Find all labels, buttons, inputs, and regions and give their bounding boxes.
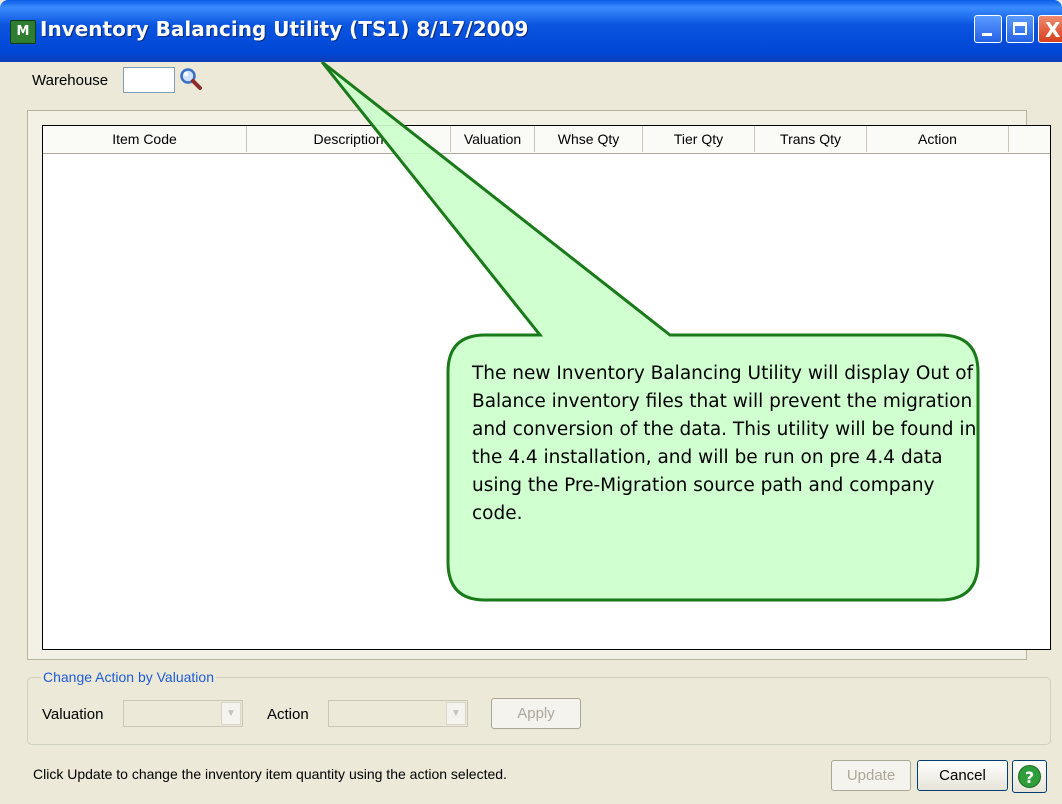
valuation-dropdown[interactable]: ▼ bbox=[123, 700, 243, 727]
column-header-action[interactable]: Action bbox=[867, 126, 1009, 152]
maximize-icon bbox=[1013, 22, 1027, 35]
maximize-button[interactable] bbox=[1006, 15, 1034, 43]
title-bar[interactable]: M Inventory Balancing Utility (TS1) 8/17… bbox=[0, 0, 1062, 62]
action-dropdown[interactable]: ▼ bbox=[328, 700, 468, 727]
chevron-down-icon[interactable]: ▼ bbox=[221, 702, 241, 725]
minimize-button[interactable] bbox=[974, 15, 1002, 43]
status-text: Click Update to change the inventory ite… bbox=[33, 766, 507, 782]
minimize-icon bbox=[982, 33, 992, 36]
valuation-label: Valuation bbox=[42, 706, 104, 723]
column-header-description[interactable]: Description bbox=[247, 126, 451, 152]
column-header-trans-qty[interactable]: Trans Qty bbox=[755, 126, 867, 152]
column-header-tier-qty[interactable]: Tier Qty bbox=[643, 126, 755, 152]
change-action-legend: Change Action by Valuation bbox=[41, 669, 216, 685]
window-title: Inventory Balancing Utility (TS1) 8/17/2… bbox=[40, 17, 529, 41]
chevron-down-icon[interactable]: ▼ bbox=[446, 702, 466, 725]
callout-text: The new Inventory Balancing Utility will… bbox=[472, 363, 977, 524]
help-icon: ? bbox=[1018, 765, 1041, 788]
close-button[interactable]: X bbox=[1038, 15, 1062, 43]
column-header-valuation[interactable]: Valuation bbox=[451, 126, 535, 152]
help-button[interactable]: ? bbox=[1012, 760, 1047, 793]
grid-header: Item Code Description Valuation Whse Qty… bbox=[43, 126, 1050, 154]
update-button[interactable]: Update bbox=[831, 760, 911, 791]
magnifier-icon[interactable] bbox=[178, 66, 204, 92]
close-icon: X bbox=[1045, 18, 1061, 42]
action-label: Action bbox=[267, 706, 309, 723]
column-header-item-code[interactable]: Item Code bbox=[43, 126, 247, 152]
inventory-balancing-window: M Inventory Balancing Utility (TS1) 8/17… bbox=[0, 0, 1062, 804]
column-header-whse-qty[interactable]: Whse Qty bbox=[535, 126, 643, 152]
apply-button[interactable]: Apply bbox=[491, 698, 581, 729]
app-icon: M bbox=[10, 20, 36, 44]
warehouse-label: Warehouse bbox=[32, 72, 109, 89]
cancel-button[interactable]: Cancel bbox=[917, 760, 1008, 791]
warehouse-input[interactable] bbox=[123, 67, 175, 93]
